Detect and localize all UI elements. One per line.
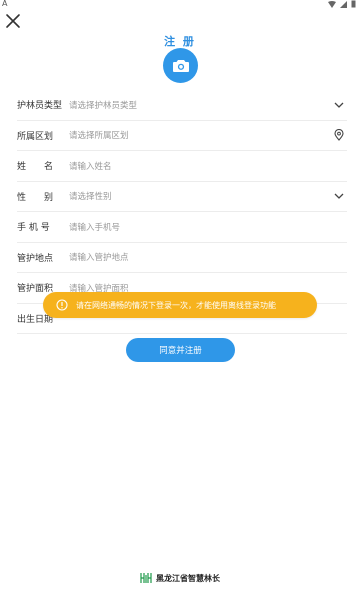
phone-field[interactable]: 手 机 号 请输入手机号 bbox=[17, 212, 347, 243]
forest-logo-icon bbox=[140, 573, 152, 583]
toast-notification: 请在网络通畅的情况下登录一次，才能使用离线登录功能 bbox=[43, 292, 317, 318]
footer-brand: 黑龙江省智慧林长 bbox=[0, 572, 360, 584]
field-label: 姓 名 bbox=[17, 162, 54, 173]
camera-icon bbox=[172, 60, 189, 72]
chevron-down-icon bbox=[334, 102, 344, 108]
field-placeholder: 请输入姓名 bbox=[69, 161, 112, 172]
field-label: 管护地点 bbox=[17, 253, 54, 264]
signal-icon bbox=[340, 0, 347, 8]
field-label: 手 机 号 bbox=[17, 223, 50, 234]
field-label: 所属区划 bbox=[17, 131, 54, 142]
ranger-type-field[interactable]: 护林员类型 请选择护林员类型 bbox=[17, 90, 347, 121]
field-label: 护林员类型 bbox=[17, 101, 63, 112]
close-button[interactable] bbox=[4, 12, 22, 30]
page-title: 注 册 bbox=[164, 35, 196, 48]
field-placeholder: 请选择护林员类型 bbox=[69, 100, 138, 111]
notification-icon: A bbox=[2, 0, 8, 8]
field-placeholder: 请选择所属区划 bbox=[69, 131, 129, 142]
status-icons bbox=[328, 0, 356, 8]
chevron-down-icon bbox=[334, 193, 344, 200]
field-placeholder: 请输入手机号 bbox=[69, 222, 121, 233]
status-bar: A bbox=[0, 0, 360, 10]
toast-text: 请在网络通畅的情况下登录一次，才能使用离线登录功能 bbox=[76, 300, 276, 310]
field-label: 性 别 bbox=[17, 192, 54, 203]
avatar-upload-button[interactable] bbox=[163, 48, 198, 83]
footer-text: 黑龙江省智慧林长 bbox=[156, 573, 220, 583]
region-field[interactable]: 所属区划 请选择所属区划 bbox=[17, 121, 347, 151]
battery-icon bbox=[351, 0, 356, 8]
location-pin-icon[interactable] bbox=[333, 129, 345, 142]
close-icon bbox=[6, 14, 20, 28]
patrol-location-field[interactable]: 管护地点 请输入管护地点 bbox=[17, 243, 347, 273]
field-placeholder: 请输入管护地点 bbox=[69, 253, 129, 264]
warning-icon bbox=[56, 299, 68, 311]
wifi-icon bbox=[328, 0, 336, 8]
field-placeholder: 请选择性别 bbox=[69, 192, 112, 203]
name-field[interactable]: 姓 名 请输入姓名 bbox=[17, 151, 347, 182]
agree-register-button[interactable]: 同意并注册 bbox=[126, 338, 235, 362]
gender-field[interactable]: 性 别 请选择性别 bbox=[17, 182, 347, 212]
